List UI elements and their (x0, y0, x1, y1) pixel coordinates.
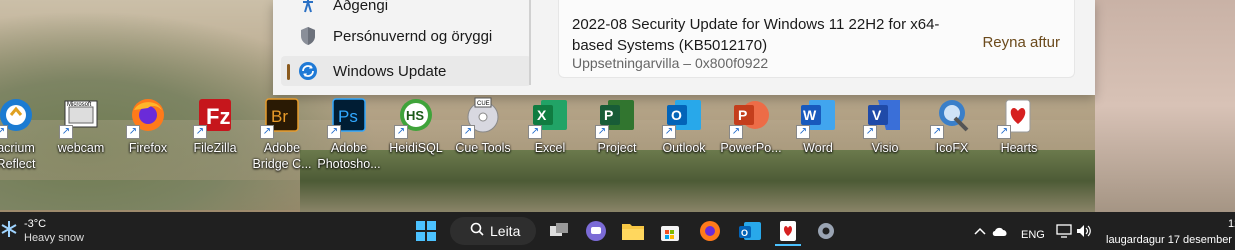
retry-button[interactable]: Reyna aftur (982, 34, 1060, 51)
speaker-icon (1077, 225, 1091, 237)
adobe-bridge-icon: Br ↗ (260, 95, 302, 139)
svg-text:Fz: Fz (206, 104, 230, 129)
taskbar-settings[interactable] (813, 218, 839, 244)
desktop-icon-powerpoint[interactable]: P ↗ PowerPo... (717, 92, 785, 156)
start-button[interactable] (413, 218, 439, 244)
hearts-taskbar-icon (780, 221, 796, 241)
desktop-icon-webcam[interactable]: Microsoft ↗ webcam (47, 92, 115, 156)
desktop-icon-icofx[interactable]: ↗ IcoFX (918, 92, 986, 156)
task-view-button[interactable] (546, 218, 572, 244)
desktop-icon-heidisql[interactable]: HS ↗ HeidiSQL (382, 92, 450, 156)
macrium-icon: ↗ (0, 95, 36, 139)
weather-widget[interactable]: -3°C Heavy snow (0, 216, 120, 246)
update-title: 2022-08 Security Update for Windows 11 2… (572, 16, 940, 54)
task-view-icon (550, 223, 568, 236)
svg-text:V: V (872, 107, 882, 123)
search-label: Leita (490, 223, 521, 239)
tray-network[interactable] (1055, 218, 1073, 244)
svg-text:HS: HS (406, 108, 424, 123)
clock-date[interactable]: laugardagur 17 desember 2 (1106, 234, 1235, 246)
cue-tools-icon: CUE ↗ (461, 95, 503, 139)
desktop-icon-word[interactable]: W ↗ Word (784, 92, 852, 156)
firefox-icon: ↗ (126, 95, 168, 139)
desktop-icon-macrium[interactable]: ↗ acrium Reflect (0, 92, 50, 172)
word-icon: W ↗ (796, 95, 838, 139)
svg-text:P: P (604, 107, 613, 123)
desktop-icon-cue-tools[interactable]: CUE ↗ Cue Tools (449, 92, 517, 156)
taskbar-hearts[interactable] (775, 218, 801, 246)
excel-icon: X ↗ (528, 95, 570, 139)
snowflake-icon (0, 220, 18, 243)
settings-nav: Aðgengi Persónuvernd og öryggi Windows U… (273, 0, 531, 95)
outlook-icon: O ↗ (662, 95, 704, 139)
taskbar-search[interactable]: Leita (450, 217, 536, 245)
tray-onedrive[interactable] (990, 218, 1010, 244)
chevron-up-icon (974, 227, 986, 235)
nav-divider (529, 0, 531, 85)
update-status: Uppsetningarvilla – 0x800f0922 (572, 55, 769, 71)
tray-chevron-up[interactable] (972, 218, 988, 244)
svg-text:X: X (537, 107, 547, 123)
taskbar-outlook[interactable]: O (737, 218, 763, 244)
taskbar-firefox[interactable] (697, 218, 723, 244)
monitor-network-icon (1056, 224, 1072, 238)
desktop-icons: ↗ acrium Reflect Microsoft ↗ webcam ↗ Fi… (0, 92, 1235, 182)
desktop-icon-adobe-bridge[interactable]: Br ↗ Adobe Bridge C... (248, 92, 316, 172)
accessibility-icon (297, 0, 319, 16)
weather-condition: Heavy snow (24, 232, 84, 244)
svg-text:Br: Br (271, 107, 288, 126)
desktop-icon-excel[interactable]: X ↗ Excel (516, 92, 584, 156)
taskbar: -3°C Heavy snow Leita O ENG 1 laugardagu… (0, 212, 1235, 250)
desktop-icon-firefox[interactable]: ↗ Firefox (114, 92, 182, 156)
heidisql-icon: HS ↗ (394, 95, 436, 139)
desktop-icon-adobe-photoshop[interactable]: Ps ↗ Adobe Photosho... (315, 92, 383, 172)
svg-text:Microsoft: Microsoft (67, 102, 92, 108)
settings-window: Aðgengi Persónuvernd og öryggi Windows U… (273, 0, 1095, 95)
taskbar-store[interactable] (657, 218, 683, 244)
weather-temp: -3°C (24, 218, 47, 230)
nav-item-label: Persónuvernd og öryggi (333, 27, 493, 45)
desktop-icon-hearts[interactable]: ↗ Hearts (985, 92, 1053, 156)
desktop-icon-filezilla[interactable]: Fz ↗ FileZilla (181, 92, 249, 156)
tray-volume[interactable] (1075, 218, 1093, 244)
svg-text:P: P (738, 107, 747, 123)
search-icon (470, 222, 484, 241)
project-icon: P ↗ (595, 95, 637, 139)
powerpoint-icon: P ↗ (729, 95, 771, 139)
svg-text:O: O (741, 228, 748, 238)
cloud-icon (992, 227, 1007, 236)
folder-icon (622, 224, 644, 240)
taskbar-teams-chat[interactable] (583, 218, 609, 244)
desktop-icon-visio[interactable]: V ↗ Visio (851, 92, 919, 156)
windows-logo-icon (416, 221, 436, 241)
language-indicator[interactable]: ENG (1021, 229, 1045, 241)
svg-text:Ps: Ps (338, 107, 358, 126)
outlook-taskbar-icon: O (739, 222, 761, 240)
hearts-icon: ↗ (997, 95, 1039, 139)
gear-icon (818, 223, 834, 239)
update-card: 2022-08 Security Update for Windows 11 2… (558, 0, 1075, 78)
desktop-icon-project[interactable]: P ↗ Project (583, 92, 651, 156)
svg-text:CUE: CUE (477, 101, 490, 107)
clock-time[interactable]: 12 (1228, 218, 1235, 230)
desktop-icon-outlook[interactable]: O ↗ Outlook (650, 92, 718, 156)
adobe-photoshop-icon: Ps ↗ (327, 95, 369, 139)
nav-item-privacy-security[interactable]: Persónuvernd og öryggi (281, 21, 531, 51)
taskbar-file-explorer[interactable] (620, 218, 646, 244)
svg-text:O: O (671, 107, 682, 123)
sync-icon (297, 60, 319, 82)
nav-item-label: Aðgengi (333, 0, 389, 14)
nav-item-accessibility[interactable]: Aðgengi (281, 0, 531, 20)
store-icon (661, 226, 679, 241)
chat-icon (586, 221, 606, 241)
svg-text:W: W (803, 107, 817, 123)
webcam-icon: Microsoft ↗ (59, 95, 101, 139)
nav-item-windows-update[interactable]: Windows Update (281, 56, 531, 86)
visio-icon: V ↗ (863, 95, 905, 139)
shield-icon (297, 25, 319, 47)
nav-item-label: Windows Update (333, 62, 447, 80)
filezilla-icon: Fz ↗ (193, 95, 235, 139)
icofx-icon: ↗ (930, 95, 972, 139)
firefox-taskbar-icon (700, 221, 720, 241)
